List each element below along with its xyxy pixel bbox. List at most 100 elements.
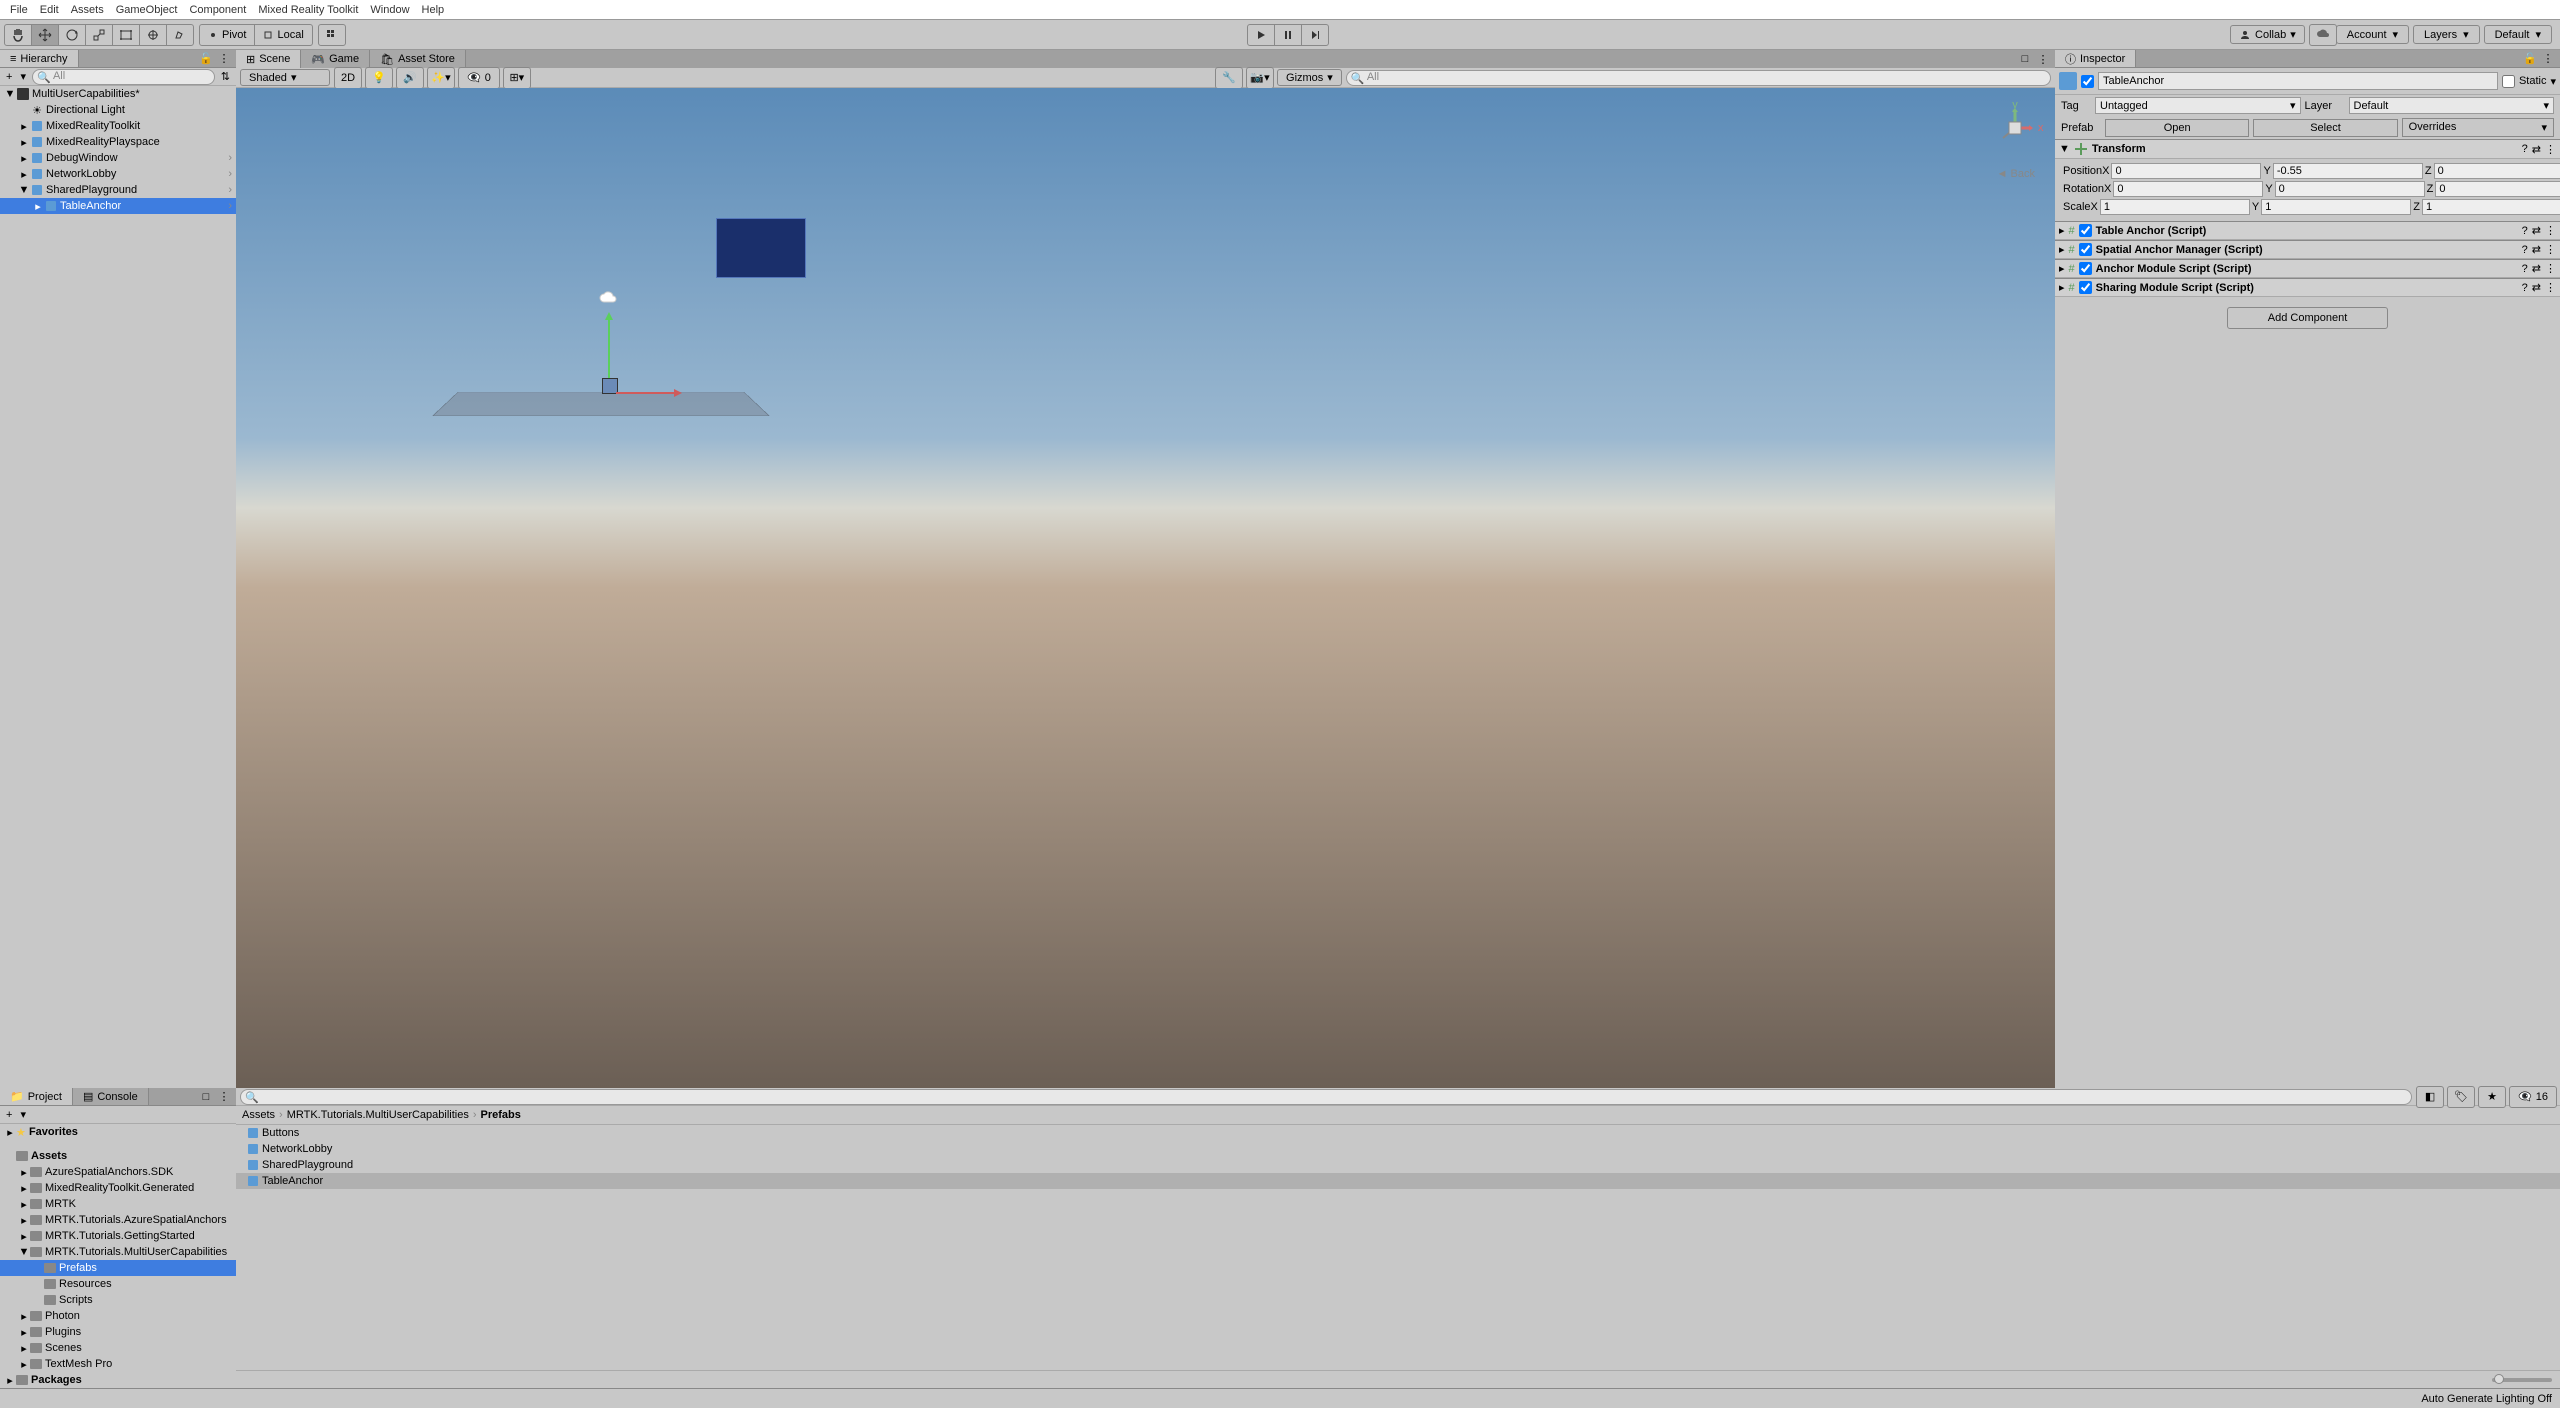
project-folder[interactable]: Resources [0,1276,236,1292]
project-folder[interactable]: ▸Plugins [0,1324,236,1340]
play-button[interactable] [1247,24,1275,46]
scale-z[interactable] [2422,199,2560,215]
breadcrumb-item[interactable]: MRTK.Tutorials.MultiUserCapabilities [287,1109,469,1121]
component-header[interactable]: ▸#Anchor Module Script (Script)?⇄⋮ [2055,259,2560,278]
menu-mrtk[interactable]: Mixed Reality Toolkit [252,4,364,16]
create-button[interactable]: + [4,1109,14,1121]
hidden-count[interactable]: 👁‍🗨16 [2509,1086,2557,1108]
pause-button[interactable] [1274,24,1302,46]
project-folder[interactable]: ▸MRTK [0,1196,236,1212]
lighting-toggle[interactable]: 💡 [365,67,393,89]
scene-search[interactable]: 🔍 All [1346,70,2051,86]
static-checkbox[interactable] [2502,75,2515,88]
preset-icon[interactable]: ⇄ [2532,143,2541,156]
sort-button[interactable]: ⇅ [219,70,232,83]
asset-item[interactable]: Buttons [236,1125,2560,1141]
hierarchy-item[interactable]: ▸NetworkLobby› [0,166,236,182]
asset-item[interactable]: SharedPlayground [236,1157,2560,1173]
zoom-slider[interactable] [2492,1378,2552,1382]
menu-icon[interactable]: ⋮ [2545,143,2556,156]
project-folder[interactable]: ▸MRTK.Tutorials.AzureSpatialAnchors [0,1212,236,1228]
filter-type-button[interactable]: ◧ [2416,1086,2444,1108]
menu-component[interactable]: Component [183,4,252,16]
position-y[interactable] [2273,163,2423,179]
scale-y[interactable] [2261,199,2411,215]
rect-tool[interactable] [112,24,140,46]
project-folder[interactable]: ▸MixedRealityToolkit.Generated [0,1180,236,1196]
maximize-icon[interactable]: □ [2017,52,2033,66]
local-toggle[interactable]: Local [254,24,312,46]
transform-header[interactable]: ▼ Transform ? ⇄ ⋮ [2055,139,2560,159]
name-field[interactable] [2098,72,2498,90]
hierarchy-item[interactable]: ▸MixedRealityToolkit [0,118,236,134]
grid-toggle[interactable]: ⊞▾ [503,67,531,89]
fx-toggle[interactable]: ✨▾ [427,67,455,89]
project-folder[interactable]: Scripts [0,1292,236,1308]
filter-label-button[interactable]: 🏷 [2447,1086,2475,1108]
component-header[interactable]: ▸#Spatial Anchor Manager (Script)?⇄⋮ [2055,240,2560,259]
create-button[interactable]: + [4,71,14,83]
project-folder[interactable]: ▸Packages [0,1372,236,1388]
create-dropdown[interactable]: ▾ [18,1108,28,1121]
hierarchy-tab[interactable]: ≡Hierarchy [0,50,79,67]
lock-icon[interactable]: 🔓 [198,52,214,66]
scene-viewport[interactable]: y x ◄ Back [236,88,2055,1088]
help-icon[interactable]: ? [2522,143,2528,155]
menu-window[interactable]: Window [364,4,415,16]
shading-dropdown[interactable]: Shaded▾ [240,69,330,86]
hierarchy-item[interactable]: ☀Directional Light [0,102,236,118]
add-component-button[interactable]: Add Component [2227,307,2389,329]
menu-icon[interactable]: ⋮ [216,52,232,66]
project-folder[interactable]: ▸TextMesh Pro [0,1356,236,1372]
hierarchy-item[interactable]: ▼SharedPlayground› [0,182,236,198]
move-gizmo-x[interactable] [616,392,676,394]
scene-back-button[interactable]: ◄ Back [1997,168,2035,180]
menu-gameobject[interactable]: GameObject [110,4,184,16]
rotation-z[interactable] [2435,181,2560,197]
hierarchy-item[interactable]: ▸MixedRealityPlayspace [0,134,236,150]
account-dropdown[interactable]: Account▾ [2336,25,2409,44]
position-z[interactable] [2434,163,2560,179]
step-button[interactable] [1301,24,1329,46]
menu-icon[interactable]: ⋮ [216,1090,232,1104]
hierarchy-item[interactable]: ▼MultiUserCapabilities* [0,86,236,102]
hierarchy-item[interactable]: ▸DebugWindow› [0,150,236,166]
move-gizmo-y[interactable] [608,318,610,378]
favorites-row[interactable]: ▸★ Favorites [0,1124,236,1140]
2d-toggle[interactable]: 2D [334,67,362,89]
menu-help[interactable]: Help [416,4,451,16]
inspector-tab[interactable]: ⓘInspector [2055,50,2136,67]
orientation-gizmo[interactable]: y x [1985,98,2045,158]
chevron-down-icon[interactable]: ▾ [2550,75,2556,88]
active-checkbox[interactable] [2081,75,2094,88]
project-search[interactable]: 🔍 [240,1089,2412,1105]
lock-icon[interactable]: 🔓 [2522,52,2538,66]
audio-toggle[interactable]: 🔊 [396,67,424,89]
tag-dropdown[interactable]: Untagged▾ [2095,97,2301,114]
asset-item[interactable]: TableAnchor [236,1173,2560,1189]
hierarchy-item[interactable]: ▸TableAnchor› [0,198,236,214]
prefab-overrides-dropdown[interactable]: Overrides▾ [2402,118,2554,137]
hand-tool[interactable] [4,24,32,46]
custom-tool[interactable] [166,24,194,46]
breadcrumb-item[interactable]: Prefabs [481,1109,521,1121]
rotation-x[interactable] [2113,181,2263,197]
console-tab[interactable]: ▤Console [73,1088,149,1105]
project-folder[interactable]: ▸Photon [0,1308,236,1324]
camera-toggle[interactable]: 📷▾ [1246,67,1274,89]
component-header[interactable]: ▸#Table Anchor (Script)?⇄⋮ [2055,221,2560,240]
scale-tool[interactable] [85,24,113,46]
save-search-button[interactable]: ★ [2478,1086,2506,1108]
tab-scene[interactable]: ⊞Scene [236,50,301,68]
lighting-status[interactable]: Auto Generate Lighting Off [2421,1393,2552,1405]
cloud-button[interactable] [2309,24,2337,46]
menu-icon[interactable]: ⋮ [2035,52,2051,66]
menu-assets[interactable]: Assets [65,4,110,16]
rotation-y[interactable] [2275,181,2425,197]
asset-item[interactable]: NetworkLobby [236,1141,2560,1157]
breadcrumb-item[interactable]: Assets [242,1109,275,1121]
project-tab[interactable]: 📁Project [0,1088,73,1105]
layout-dropdown[interactable]: Default▾ [2484,25,2552,44]
transform-tool[interactable] [139,24,167,46]
collab-button[interactable]: Collab▾ [2230,25,2305,44]
